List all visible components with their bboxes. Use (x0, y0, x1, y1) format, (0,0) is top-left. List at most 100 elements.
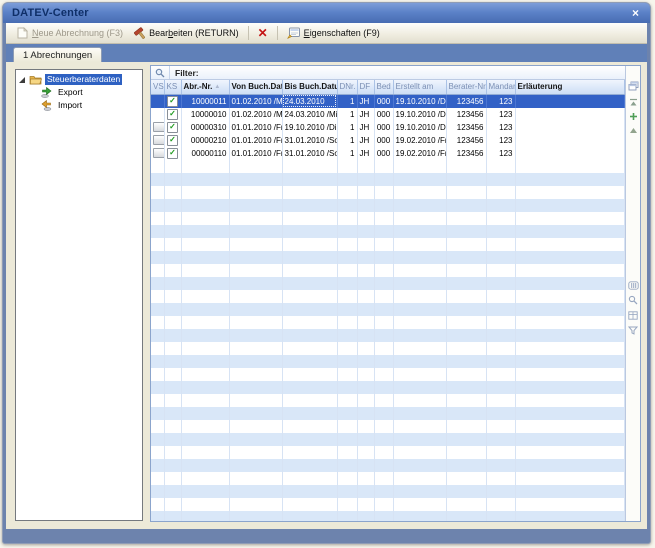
table-row-selected[interactable]: ✓1000001101.02.2010 /Mo24.03.20101JH0001… (151, 94, 625, 108)
cell-vs[interactable] (151, 108, 164, 121)
checkbox-checked-icon[interactable]: ✓ (167, 148, 178, 159)
tree-node-import[interactable]: Import (40, 99, 140, 112)
cell-berater[interactable]: 123456 (446, 94, 486, 108)
table-row[interactable]: ✓0000021001.01.2010 /Fr31.01.2010 /So1JH… (151, 134, 625, 147)
cell-abr[interactable]: 00000110 (181, 147, 229, 160)
cell-bed[interactable]: 000 (374, 94, 393, 108)
cell-von[interactable]: 01.02.2010 /Mo (229, 108, 282, 121)
delete-button[interactable]: ✕ (253, 26, 273, 40)
scroll-up-icon[interactable] (627, 124, 639, 136)
cell-erstellt[interactable]: 19.10.2010 /Di (393, 94, 446, 108)
cell-dnr[interactable]: 1 (337, 94, 357, 108)
cell-abr[interactable]: 00000310 (181, 121, 229, 134)
column-header-bis[interactable]: Bis Buch.Datum (282, 80, 337, 94)
cell-erstellt[interactable]: 19.02.2010 /Fr (393, 147, 446, 160)
cell-erl[interactable] (515, 147, 625, 160)
column-header-vs[interactable]: VS (151, 80, 164, 94)
cell-erstellt[interactable]: 19.10.2010 /Di (393, 108, 446, 121)
cell-berater[interactable]: 123456 (446, 147, 486, 160)
cell-ks[interactable]: ✓ (164, 94, 181, 108)
cell-bis[interactable]: 31.01.2010 /So (282, 134, 337, 147)
eigenschaften-button[interactable]: Eigenschaften (F9) (282, 26, 385, 40)
column-header-df[interactable]: DF (357, 80, 374, 94)
cell-vs[interactable] (151, 94, 164, 108)
checkbox-checked-icon[interactable]: ✓ (167, 135, 178, 146)
cell-erl[interactable] (515, 121, 625, 134)
title-bar[interactable]: DATEV-Center × (3, 3, 650, 23)
column-header-abr[interactable]: Abr.-Nr.▲ (181, 80, 229, 94)
cell-mandant[interactable]: 123 (486, 134, 515, 147)
cell-dnr[interactable]: 1 (337, 147, 357, 160)
cell-df[interactable]: JH (357, 134, 374, 147)
table-row[interactable]: ✓0000011001.01.2010 /Fr31.01.2010 /So1JH… (151, 147, 625, 160)
cell-df[interactable]: JH (357, 108, 374, 121)
cell-berater[interactable]: 123456 (446, 134, 486, 147)
cell-von[interactable]: 01.02.2010 /Mo (229, 94, 282, 108)
cell-bis[interactable]: 24.03.2010 /Mi (282, 108, 337, 121)
tree-item-export[interactable]: Export (56, 87, 85, 98)
cell-erl[interactable] (515, 134, 625, 147)
cell-vs[interactable] (151, 121, 164, 134)
cell-df[interactable]: JH (357, 94, 374, 108)
cell-mandant[interactable]: 123 (486, 94, 515, 108)
cell-abr[interactable]: 00000210 (181, 134, 229, 147)
search-records-icon[interactable] (627, 294, 639, 306)
cell-erl[interactable] (515, 108, 625, 121)
cell-von[interactable]: 01.01.2010 /Fr (229, 121, 282, 134)
collapse-top-icon[interactable] (627, 96, 639, 108)
cell-erstellt[interactable]: 19.02.2010 /Fr (393, 134, 446, 147)
cell-berater[interactable]: 123456 (446, 108, 486, 121)
column-header-ks[interactable]: KS (164, 80, 181, 94)
tree-node-root[interactable]: Steuerberaterdaten (18, 73, 140, 86)
cell-ks[interactable]: ✓ (164, 121, 181, 134)
cell-dnr[interactable]: 1 (337, 121, 357, 134)
cell-bed[interactable]: 000 (374, 147, 393, 160)
cell-bed[interactable]: 000 (374, 121, 393, 134)
add-row-icon[interactable] (627, 110, 639, 122)
cell-abr[interactable]: 10000011 (181, 94, 229, 108)
column-header-dnr[interactable]: DNr. (337, 80, 357, 94)
filter-bar[interactable]: Filter: (151, 66, 625, 80)
cell-abr[interactable]: 10000010 (181, 108, 229, 121)
cell-von[interactable]: 01.01.2010 /Fr (229, 134, 282, 147)
tree-item-steuerberaterdaten[interactable]: Steuerberaterdaten (45, 74, 122, 85)
bearbeiten-button[interactable]: Bearbeiten (RETURN) (128, 26, 244, 41)
cell-ks[interactable]: ✓ (164, 134, 181, 147)
column-header-berater[interactable]: Berater-Nr. (446, 80, 486, 94)
column-header-mandant[interactable]: Mandan (486, 80, 515, 94)
expander-icon[interactable] (18, 76, 26, 84)
cell-erstellt[interactable]: 19.10.2010 /Di (393, 121, 446, 134)
column-chooser-icon[interactable] (627, 80, 639, 92)
cell-erl[interactable] (515, 94, 625, 108)
new-abrechnung-button[interactable]: Neue Abrechnung (F3) (12, 26, 128, 40)
checkbox-checked-icon[interactable]: ✓ (167, 96, 178, 107)
cell-mandant[interactable]: 123 (486, 121, 515, 134)
cell-bis[interactable]: 19.10.2010 /Di (282, 121, 337, 134)
cell-bed[interactable]: 000 (374, 134, 393, 147)
checkbox-checked-icon[interactable]: ✓ (167, 122, 178, 133)
cell-dnr[interactable]: 1 (337, 134, 357, 147)
table-row[interactable]: ✓0000031001.01.2010 /Fr19.10.2010 /Di1JH… (151, 121, 625, 134)
column-header-erl[interactable]: Erläuterung (515, 80, 625, 94)
filter-icon[interactable] (627, 324, 639, 336)
column-header-bed[interactable]: Bed (374, 80, 393, 94)
cell-vs[interactable] (151, 147, 164, 160)
tree-item-import[interactable]: Import (56, 100, 84, 111)
cell-berater[interactable]: 123456 (446, 121, 486, 134)
checkbox-checked-icon[interactable]: ✓ (167, 109, 178, 120)
cell-mandant[interactable]: 123 (486, 147, 515, 160)
cell-bis[interactable]: 31.01.2010 /So (282, 147, 337, 160)
cell-dnr[interactable]: 1 (337, 108, 357, 121)
cell-df[interactable]: JH (357, 147, 374, 160)
cell-von[interactable]: 01.01.2010 /Fr (229, 147, 282, 160)
cell-bis[interactable]: 24.03.2010 (282, 94, 337, 108)
column-header-erstellt[interactable]: Erstellt am (393, 80, 446, 94)
tree-node-export[interactable]: Export (40, 86, 140, 99)
search-icon[interactable] (151, 66, 170, 79)
tab-abrechnungen[interactable]: 1 Abrechnungen (13, 47, 102, 62)
close-icon[interactable]: × (630, 7, 641, 19)
details-icon[interactable] (627, 309, 639, 321)
column-header-von[interactable]: Von Buch.Datum (229, 80, 282, 94)
cell-bed[interactable]: 000 (374, 108, 393, 121)
table-row[interactable]: ✓1000001001.02.2010 /Mo24.03.2010 /Mi1JH… (151, 108, 625, 121)
